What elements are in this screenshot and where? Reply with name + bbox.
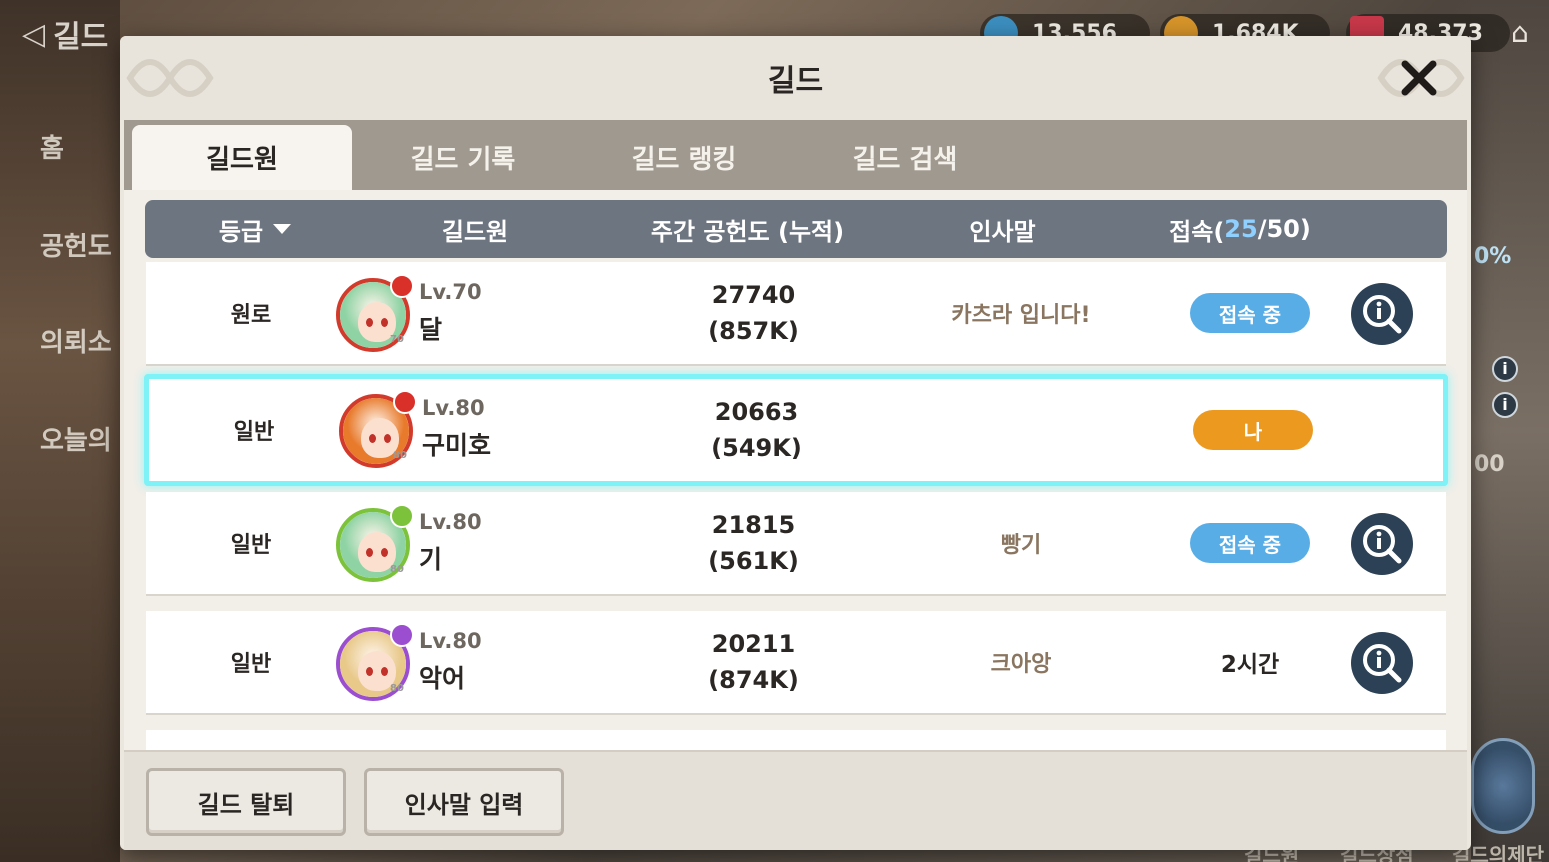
cumulative-contribution: (561K) [708,547,799,575]
member-level: Lv.80 [419,510,482,534]
greeting-header: 인사말 [969,217,1036,246]
member-detail-button[interactable] [1351,283,1413,345]
online-header: 접속(25/50) [1150,200,1330,258]
guild-dialog: 길드 길드원 길드 기록 길드 랭킹 길드 검색 등급 길드원 주간 공헌도 (… [120,36,1471,850]
tab-bar: 길드원 길드 기록 길드 랭킹 길드 검색 [124,120,1467,190]
member-info: Lv.80 구미호 [422,396,491,462]
member-info: Lv.80 기 [419,510,482,576]
leave-guild-button[interactable]: 길드 탈퇴 [146,768,346,836]
background-menu-requests[interactable]: 의뢰소 [40,322,112,359]
member-rank: 일반 [230,652,272,677]
weekly-contribution: 20211 [711,630,796,658]
member-name: 달 [419,315,443,344]
sort-down-icon [273,224,292,234]
home-icon[interactable]: ⌂ [1511,16,1545,50]
member-contribution: 27740 (857K) [666,262,841,364]
self-badge: 나 [1193,410,1313,450]
close-icon [1401,60,1437,96]
member-rank: 일반 [230,533,272,558]
member-name: 구미호 [422,431,492,460]
weekly-contribution: 21815 [711,511,796,539]
online-header-prefix: 접속( [1169,217,1225,246]
member-greeting [919,379,1129,481]
member-detail-button[interactable] [1351,632,1413,694]
element-badge-icon [393,390,417,414]
element-badge-icon [390,274,414,298]
member-header: 길드원 [441,217,509,246]
weekly-contribution: 27740 [711,281,796,309]
member-info: Lv.70 달 [419,280,482,346]
online-count: 25 [1224,215,1258,243]
background-menu-today[interactable]: 오늘의 [40,420,112,457]
member-info: Lv.80 악어 [419,629,482,695]
corner-ornament-icon [126,59,214,97]
table-header: 등급 길드원 주간 공헌도 (누적) 인사말 접속(25/50) [145,200,1447,258]
cumulative-contribution: (549K) [711,434,802,462]
member-name: 기 [419,545,443,574]
member-contribution: 20211 (874K) [666,611,841,713]
avatar-level-tag: 80 [393,450,407,461]
tab-guild-log[interactable]: 길드 기록 [353,125,573,190]
background-header[interactable]: ◁ 길드 [22,12,108,56]
member-row[interactable]: 일반 80 Lv.80 악어 20211 (874K) 크아앙 2시간 [146,611,1446,715]
member-contribution: 21815 (561K) [666,492,841,594]
online-badge: 접속 중 [1190,523,1310,563]
tab-members[interactable]: 길드원 [132,125,352,190]
info-icon[interactable]: i [1492,356,1518,382]
close-button[interactable] [1391,50,1447,106]
magnifier-info-icon [1363,525,1402,564]
dialog-footer: 길드 탈퇴 인사말 입력 [124,750,1467,850]
magnifier-info-icon [1363,295,1402,334]
tab-guild-search[interactable]: 길드 검색 [795,125,1015,190]
member-contribution: 20663 (549K) [669,379,844,481]
member-detail-button[interactable] [1351,513,1413,575]
tab-guild-ranking[interactable]: 길드 랭킹 [574,125,794,190]
member-greeting: 카츠라 입니다! [951,303,1091,328]
background-menu-contribution[interactable]: 공헌도 [40,226,112,263]
avatar-level-tag: 80 [390,564,404,575]
info-icon[interactable]: i [1492,392,1518,418]
member-level: Lv.70 [419,280,482,304]
rank-header-label: 등급 [218,217,264,246]
member-greeting: 크아앙 [990,652,1052,677]
online-badge: 접속 중 [1190,293,1310,333]
background-wall-right [1471,0,1549,862]
cumulative-contribution: (874K) [708,666,799,694]
avatar-level-tag: 80 [390,683,404,694]
member-rank: 일반 [233,420,275,445]
enter-greeting-button[interactable]: 인사말 입력 [364,768,564,836]
member-level: Lv.80 [422,396,485,420]
avatar-level-tag: 70 [390,334,404,345]
member-status: 접속 중 [1190,492,1310,594]
member-list-panel: 등급 길드원 주간 공헌도 (누적) 인사말 접속(25/50) 원로 70 Lv.… [124,190,1467,762]
member-rows: 원로 70 Lv.70 달 27740 (857K) 카츠라 입니다! 접속 중 일반 80 Lv.… [124,262,1467,762]
member-name: 악어 [419,664,466,693]
member-level: Lv.80 [419,629,482,653]
background-menu-home[interactable]: 홈 [40,128,64,165]
member-status: 2시간 [1190,611,1310,713]
rank-sort-header[interactable]: 등급 [175,200,335,258]
weekly-contribution: 20663 [714,398,799,426]
magnifier-info-icon [1363,644,1402,683]
member-row[interactable]: 일반 80 Lv.80 기 21815 (561K) 빵기 접속 중 [146,492,1446,596]
member-status: 나 [1193,379,1313,481]
cumulative-contribution: (857K) [708,317,799,345]
guild-emblem-icon[interactable] [1471,738,1535,834]
element-badge-icon [390,504,414,528]
last-online-text: 2시간 [1220,652,1280,678]
element-badge-icon [390,623,414,647]
back-arrow-icon[interactable]: ◁ [22,17,45,52]
member-row[interactable]: 일반 80 Lv.80 구미호 20663 (549K) 나 [144,374,1448,486]
member-rank: 원로 [230,303,272,328]
member-status: 접속 중 [1190,262,1310,364]
side-progress-text: 0% [1474,244,1512,269]
background-title: 길드 [53,20,109,55]
member-greeting: 빵기 [1000,533,1042,558]
member-row[interactable]: 원로 70 Lv.70 달 27740 (857K) 카츠라 입니다! 접속 중 [146,262,1446,366]
contribution-header: 주간 공헌도 (누적) [650,217,845,246]
dialog-header: 길드 [120,36,1471,120]
side-number-text: 00 [1474,452,1505,477]
online-header-suffix: /50) [1257,215,1311,243]
dialog-title: 길드 [767,64,824,99]
